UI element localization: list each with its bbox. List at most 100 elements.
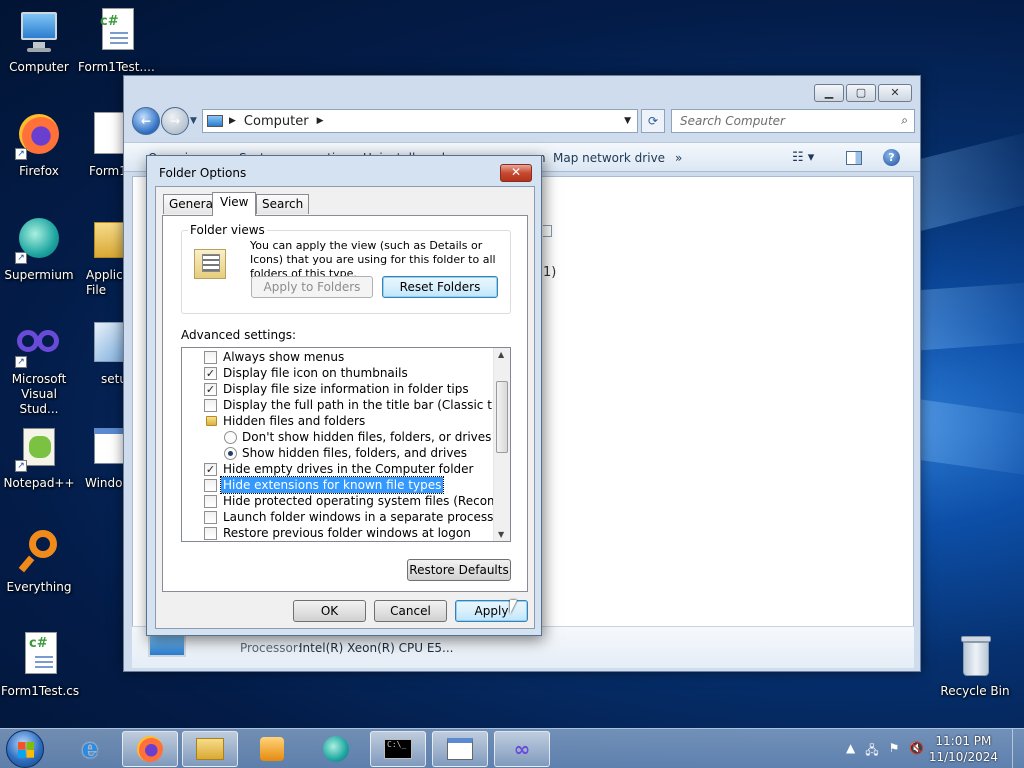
recycle-bin-icon — [951, 632, 999, 680]
taskbar-app-window[interactable] — [432, 731, 488, 767]
help-icon[interactable]: ? — [883, 149, 900, 166]
radio-button-selected[interactable] — [224, 447, 237, 460]
address-dropdown-icon[interactable]: ▼ — [624, 116, 631, 126]
setting-label: Display file icon on thumbnails — [223, 366, 408, 380]
list-scrollbar[interactable]: ▲ ▼ — [493, 348, 510, 541]
taskbar-firefox[interactable] — [122, 731, 178, 767]
breadcrumb-computer[interactable]: Computer — [244, 114, 309, 129]
desktop-icon-form1test-cs[interactable]: c# Form1Test.cs — [1, 632, 79, 699]
close-button[interactable]: ✕ — [878, 84, 912, 102]
maximize-button[interactable]: ▢ — [846, 84, 876, 102]
radio-button[interactable] — [224, 431, 237, 444]
taskbar-visual-studio[interactable]: ∞ — [494, 731, 550, 767]
desktop-icon-notepadpp[interactable]: ↗ Notepad++ — [1, 424, 77, 491]
notepadpp-icon: ↗ — [15, 424, 63, 472]
recent-pages-dropdown[interactable]: ▼ — [190, 116, 197, 126]
checkbox[interactable] — [204, 479, 217, 492]
forward-button[interactable]: → — [161, 107, 189, 135]
desktop-icon-firefox[interactable]: ↗ Firefox — [1, 112, 77, 179]
media-player-icon — [260, 737, 284, 761]
desktop-icon-application-files[interactable]: Applica File — [78, 216, 124, 298]
checkbox-checked[interactable]: ✓ — [204, 367, 217, 380]
taskbar-media-player[interactable] — [244, 731, 300, 767]
taskbar-internet-explorer[interactable]: e — [62, 731, 118, 767]
document-icon — [78, 112, 124, 160]
window-app-icon — [447, 738, 473, 760]
shortcut-arrow-icon: ↗ — [15, 460, 27, 472]
scroll-thumb[interactable] — [496, 381, 508, 453]
visual-studio-icon: ∞ — [513, 737, 531, 761]
scroll-down-arrow-icon[interactable]: ▼ — [498, 530, 504, 539]
folder-icon — [206, 416, 217, 426]
desktop-icon-recycle-bin[interactable]: Recycle Bin — [937, 632, 1013, 699]
start-button[interactable] — [6, 730, 44, 768]
computer-icon — [148, 633, 186, 657]
preview-pane-icon[interactable] — [846, 151, 862, 165]
taskbar-supermium[interactable] — [308, 731, 364, 767]
desktop-icon-windows[interactable]: Window — [78, 424, 124, 491]
checkbox-checked[interactable]: ✓ — [204, 463, 217, 476]
search-input[interactable]: Search Computer ⌕ — [671, 109, 915, 133]
cancel-button[interactable]: Cancel — [374, 600, 447, 622]
back-button[interactable]: ← — [132, 107, 160, 135]
checkbox[interactable] — [204, 511, 217, 524]
show-desktop-button[interactable] — [1012, 729, 1024, 768]
checkbox[interactable] — [204, 351, 217, 364]
dialog-title: Folder Options — [159, 166, 247, 180]
reset-folders-button[interactable]: Reset Folders — [382, 276, 498, 298]
desktop-icon-label: Notepad++ — [3, 476, 75, 490]
desktop-icon-everything[interactable]: Everything — [1, 528, 77, 595]
show-hidden-icons-icon[interactable]: ▲ — [846, 741, 855, 762]
setting-label: Hide protected operating system files (R… — [223, 494, 510, 508]
tab-search[interactable]: Search — [256, 194, 310, 214]
scroll-up-arrow-icon[interactable]: ▲ — [498, 350, 504, 359]
map-network-drive-button[interactable]: Map network drive — [553, 151, 665, 165]
shortcut-arrow-icon: ↗ — [15, 356, 27, 368]
desktop-icon-form1test[interactable]: c# Form1Test.... — [78, 8, 155, 75]
advanced-settings-list[interactable]: Always show menus ✓ Display file icon on… — [181, 347, 511, 542]
change-view-icon[interactable]: ☷ ▾ — [792, 150, 814, 165]
tab-view[interactable]: View — [212, 192, 257, 216]
checkbox[interactable] — [204, 399, 217, 412]
address-bar[interactable]: ▶ Computer ▶ ▼ — [202, 109, 638, 133]
desktop-icon-label: Firefox — [19, 164, 59, 178]
view-tab-panel: Folder views You can apply the view (suc… — [162, 215, 528, 592]
setting-label: Display the full path in the title bar (… — [223, 398, 510, 412]
network-icon[interactable]: 🖧 — [865, 741, 878, 762]
desktop-icon-supermium[interactable]: ↗ Supermium — [1, 216, 77, 283]
visual-studio-icon: ↗ — [15, 320, 63, 368]
apply-to-folders-button[interactable]: Apply to Folders — [251, 276, 373, 298]
more-commands-button[interactable]: » — [675, 151, 682, 165]
checkbox[interactable] — [204, 527, 217, 540]
system-clock[interactable]: 11:01 PM 11/10/2024 — [929, 733, 998, 765]
refresh-button[interactable]: ⟳ — [641, 109, 665, 133]
folder-icon — [196, 738, 224, 760]
checkbox-checked[interactable]: ✓ — [204, 383, 217, 396]
csharp-file-icon: c# — [15, 632, 63, 680]
partial-text: 1) — [543, 265, 557, 280]
desktop-icon-label: Form1Test.... — [78, 60, 155, 74]
desktop-icon-computer[interactable]: Computer — [1, 8, 77, 75]
breadcrumb-separator-icon: ▶ — [229, 116, 236, 126]
setting-label: Hide empty drives in the Computer folder — [223, 462, 474, 476]
desktop-icon-setup[interactable]: setu — [78, 320, 124, 387]
mouse-cursor-icon — [510, 600, 517, 614]
taskbar-explorer[interactable] — [182, 731, 238, 767]
firefox-icon: ↗ — [15, 112, 63, 160]
desktop-icon-visual-studio[interactable]: ↗ Microsoft Visual Stud... — [1, 320, 77, 417]
apply-button[interactable]: Apply — [455, 600, 528, 622]
desktop-icon-form1[interactable]: Form1 — [78, 112, 124, 179]
action-center-flag-icon[interactable]: ⚑ — [889, 741, 900, 762]
ok-button[interactable]: OK — [293, 600, 366, 622]
restore-defaults-button[interactable]: Restore Defaults — [407, 559, 511, 581]
search-icon: ⌕ — [901, 113, 908, 127]
dialog-close-button[interactable]: ✕ — [500, 164, 532, 182]
checkbox[interactable] — [204, 495, 217, 508]
taskbar-cmd[interactable]: C:\_ — [370, 731, 426, 767]
setting-label: Restore previous folder windows at logon — [223, 526, 471, 540]
volume-muted-icon[interactable]: 🔇 — [909, 741, 924, 762]
processor-label: Processor: — [240, 641, 302, 655]
folder-options-dialog[interactable]: Folder Options ✕ General View Search Fol… — [146, 155, 542, 636]
minimize-button[interactable]: ▁ — [814, 84, 844, 102]
taskbar: e C:\_ ∞ ▲ 🖧 ⚑ 🔇 11:01 PM 11/10/2024 — [0, 728, 1024, 768]
